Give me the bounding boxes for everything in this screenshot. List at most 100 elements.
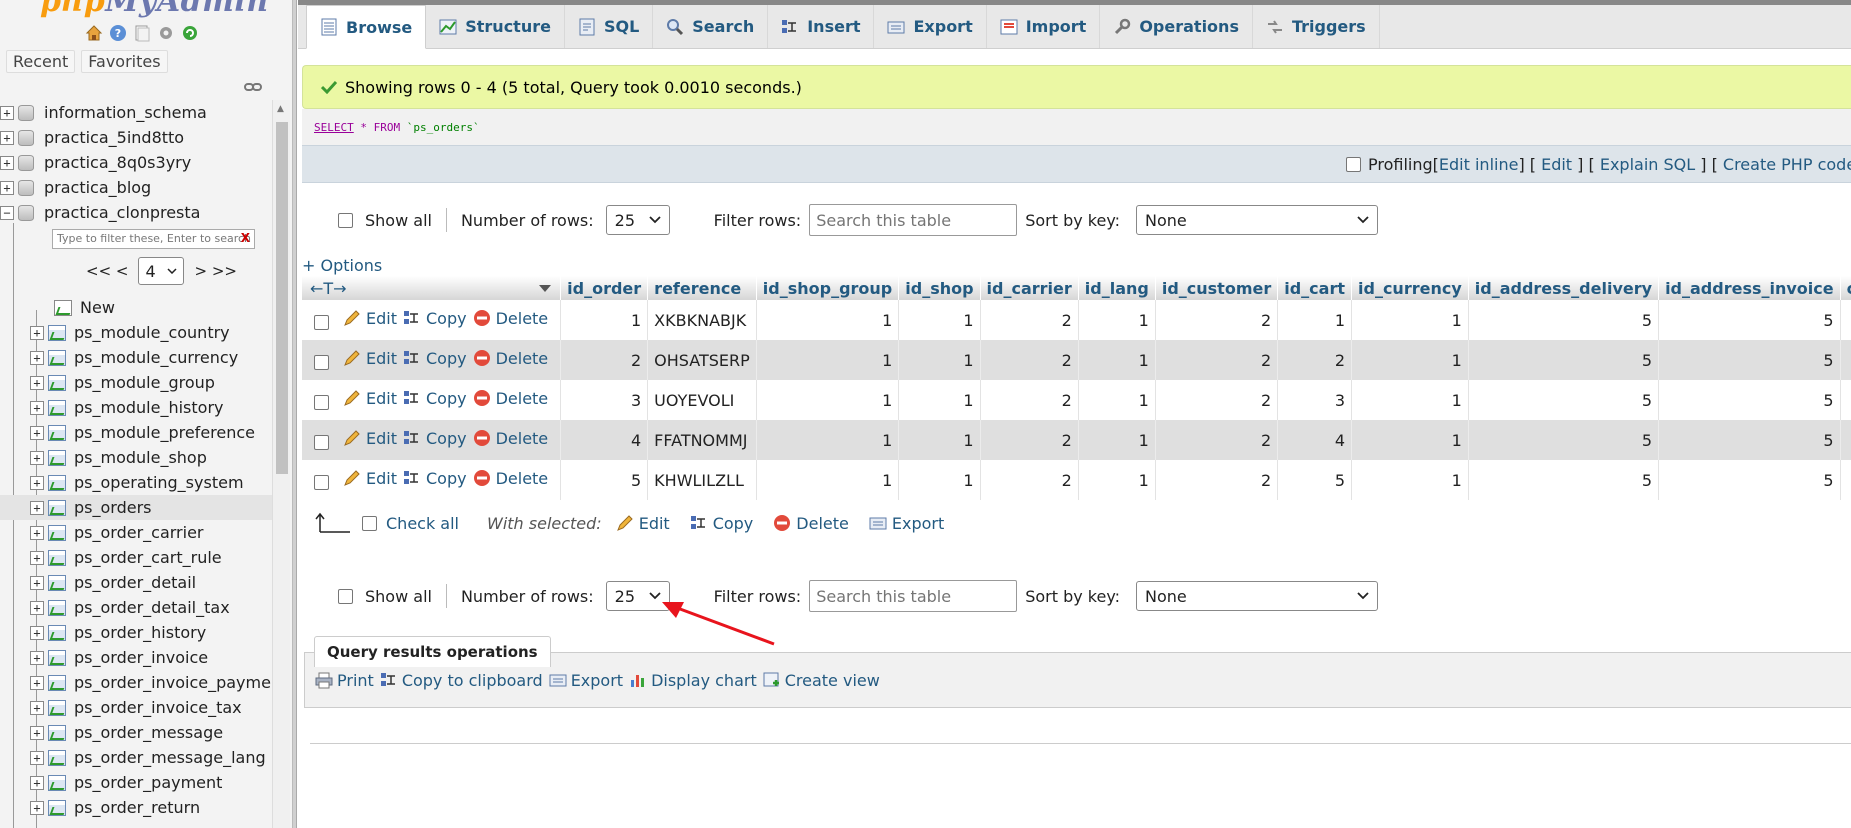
table-row-ps-module-history[interactable]: + ps_module_history xyxy=(0,395,276,420)
row-copy-button[interactable]: Copy xyxy=(403,429,467,448)
cell-id-carrier[interactable]: 2 xyxy=(980,340,1079,380)
edit-inline-link[interactable]: Edit inline xyxy=(1439,155,1519,174)
cell-id-order[interactable]: 2 xyxy=(560,340,649,380)
db-row-practica-5ind8tto[interactable]: + practica_5ind8tto xyxy=(0,125,272,150)
cell-id-customer[interactable]: 2 xyxy=(1155,380,1279,420)
row-checkbox[interactable] xyxy=(314,435,329,451)
table-name[interactable]: ps_operating_system xyxy=(74,473,244,492)
cell-id-order[interactable]: 3 xyxy=(560,380,649,420)
db-name[interactable]: practica_8q0s3yry xyxy=(44,153,191,172)
cell-id-address-invoice[interactable]: 5 xyxy=(1658,420,1841,460)
column-header-id-address-invoice[interactable]: id_address_invoice xyxy=(1658,276,1841,300)
expand-icon[interactable]: + xyxy=(30,375,44,390)
table-name[interactable]: ps_module_preference xyxy=(74,423,255,442)
column-header-id-lang[interactable]: id_lang xyxy=(1078,276,1156,300)
db-name[interactable]: practica_blog xyxy=(44,178,151,197)
bulk-export-button[interactable]: Export xyxy=(869,514,944,533)
cell-id-cart[interactable]: 4 xyxy=(1277,420,1352,460)
table-row-ps-orders[interactable]: + ps_orders xyxy=(0,495,276,520)
scroll-thumb[interactable] xyxy=(276,122,288,474)
cell-id-shop-group[interactable]: 1 xyxy=(756,300,900,340)
cell-id-customer[interactable]: 2 xyxy=(1155,420,1279,460)
show-all-checkbox[interactable] xyxy=(338,588,353,604)
page-select[interactable]: 4 xyxy=(138,257,185,285)
table-row-ps-order-history[interactable]: + ps_order_history xyxy=(0,620,276,645)
cell-id-shop[interactable]: 1 xyxy=(898,340,981,380)
cell-id-cart[interactable]: 5 xyxy=(1277,460,1352,500)
row-delete-button[interactable]: Delete xyxy=(473,469,548,488)
create-view-button[interactable]: Create view xyxy=(763,671,880,690)
cell-id-cart[interactable]: 2 xyxy=(1277,340,1352,380)
expand-icon[interactable]: + xyxy=(0,130,14,145)
cell-id-address-delivery[interactable]: 5 xyxy=(1468,380,1660,420)
column-menu-icon[interactable] xyxy=(538,284,552,293)
row-edit-button[interactable]: Edit xyxy=(343,309,397,328)
display-chart-button[interactable]: Display chart xyxy=(629,671,757,690)
table-row[interactable]: Edit Copy Delete 1 XKBKNABJK 1 1 2 1 2 1 1 5 5 xyxy=(302,300,1851,340)
table-row-ps-order-cart-rule[interactable]: + ps_order_cart_rule xyxy=(0,545,276,570)
tab-import[interactable]: Import xyxy=(987,5,1101,48)
cell-reference[interactable]: FFATNOMMJ xyxy=(647,420,757,460)
expand-icon[interactable]: + xyxy=(30,600,44,615)
table-row-ps-module-currency[interactable]: + ps_module_currency xyxy=(0,345,276,370)
create-php-code-link[interactable]: Create PHP code xyxy=(1723,155,1851,174)
table-row-ps-order-detail[interactable]: + ps_order_detail xyxy=(0,570,276,595)
table-row-ps-order-message[interactable]: + ps_order_message xyxy=(0,720,276,745)
expand-icon[interactable]: + xyxy=(30,550,44,565)
cell-id-address-delivery[interactable]: 5 xyxy=(1468,340,1660,380)
expand-icon[interactable]: + xyxy=(30,400,44,415)
expand-icon[interactable]: + xyxy=(30,775,44,790)
filter-rows-input[interactable]: Search this table xyxy=(809,580,1018,612)
expand-icon[interactable]: + xyxy=(0,180,14,195)
column-header-id-currency[interactable]: id_currency xyxy=(1351,276,1469,300)
row-delete-button[interactable]: Delete xyxy=(473,429,548,448)
table-row-ps-operating-system[interactable]: + ps_operating_system xyxy=(0,470,276,495)
table-name[interactable]: ps_order_detail_tax xyxy=(74,598,230,617)
row-copy-button[interactable]: Copy xyxy=(403,309,467,328)
tab-operations[interactable]: Operations xyxy=(1100,5,1253,48)
bulk-edit-button[interactable]: Edit xyxy=(616,514,670,533)
expand-icon[interactable]: + xyxy=(30,350,44,365)
row-edit-button[interactable]: Edit xyxy=(343,389,397,408)
cell-id-shop[interactable]: 1 xyxy=(898,460,981,500)
recent-tab[interactable]: Recent xyxy=(6,50,76,73)
table-row[interactable]: Edit Copy Delete 2 OHSATSERP 1 1 2 1 2 2 1 5 5 xyxy=(302,340,1851,380)
cell-id-address-delivery[interactable]: 5 xyxy=(1468,300,1660,340)
cell-id-lang[interactable]: 1 xyxy=(1078,300,1156,340)
expand-icon[interactable]: + xyxy=(30,475,44,490)
options-link[interactable]: + Options xyxy=(302,256,382,275)
db-row-practica-8q0s3yry[interactable]: + practica_8q0s3yry xyxy=(0,150,272,175)
tab-structure[interactable]: Structure xyxy=(426,5,565,48)
db-name[interactable]: practica_5ind8tto xyxy=(44,128,184,147)
table-row-ps-order-detail-tax[interactable]: + ps_order_detail_tax xyxy=(0,595,276,620)
row-delete-button[interactable]: Delete xyxy=(473,349,548,368)
row-delete-button[interactable]: Delete xyxy=(473,309,548,328)
cell-id-address-invoice[interactable]: 5 xyxy=(1658,340,1841,380)
table-name[interactable]: ps_order_return xyxy=(74,798,200,817)
tab-export[interactable]: Export xyxy=(874,5,987,48)
cell-id-shop-group[interactable]: 1 xyxy=(756,420,900,460)
expand-icon[interactable]: + xyxy=(30,625,44,640)
column-header-id-shop[interactable]: id_shop xyxy=(898,276,981,300)
expand-icon[interactable]: + xyxy=(30,525,44,540)
table-name[interactable]: ps_order_carrier xyxy=(74,523,204,542)
cell-id-shop-group[interactable]: 1 xyxy=(756,460,900,500)
table-row-ps-order-invoice-tax[interactable]: + ps_order_invoice_tax xyxy=(0,695,276,720)
cell-id-carrier[interactable]: 2 xyxy=(980,300,1079,340)
edit-link[interactable]: Edit xyxy=(1541,155,1572,174)
row-copy-button[interactable]: Copy xyxy=(403,469,467,488)
table-name[interactable]: ps_order_invoice_tax xyxy=(74,698,242,717)
column-header-id-shop-group[interactable]: id_shop_group xyxy=(756,276,900,300)
bulk-delete-button[interactable]: Delete xyxy=(773,514,849,533)
table-row-ps-order-invoice[interactable]: + ps_order_invoice xyxy=(0,645,276,670)
filter-rows-input[interactable]: Search this table xyxy=(809,204,1018,236)
table-row-ps-order-return[interactable]: + ps_order_return xyxy=(0,795,276,820)
cell-id-cart[interactable]: 3 xyxy=(1277,380,1352,420)
expand-icon[interactable]: + xyxy=(30,325,44,340)
cell-id-shop-group[interactable]: 1 xyxy=(756,380,900,420)
table-row[interactable]: Edit Copy Delete 4 FFATNOMMJ 1 1 2 1 2 4 1 5 5 xyxy=(302,420,1851,460)
column-header-id-address-delivery[interactable]: id_address_delivery xyxy=(1468,276,1660,300)
new-label[interactable]: New xyxy=(80,298,115,317)
column-header-id-order[interactable]: id_order xyxy=(560,276,649,300)
cell-id-shop[interactable]: 1 xyxy=(898,300,981,340)
